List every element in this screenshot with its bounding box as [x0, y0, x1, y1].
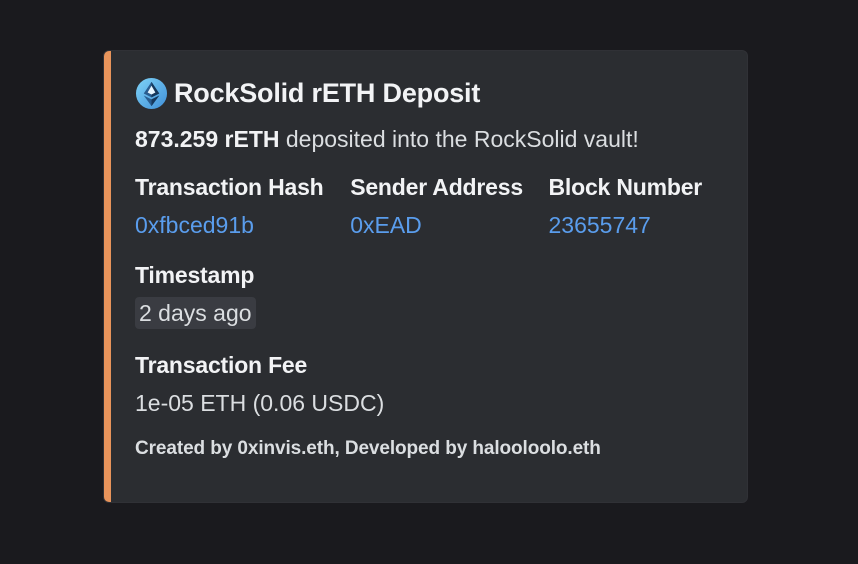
embed-title: RockSolid rETH Deposit: [174, 77, 481, 108]
timestamp-pill[interactable]: 2 days ago: [135, 297, 256, 329]
field-block-number: Block Number 23655747: [549, 173, 728, 239]
field-name: Sender Address: [350, 174, 523, 200]
block-number-link[interactable]: 23655747: [549, 211, 728, 239]
deposit-embed-card: RockSolid rETH Deposit 873.259 rETH depo…: [103, 50, 748, 503]
deposit-amount: 873.259 rETH: [135, 126, 280, 152]
embed-fields-row: Transaction Hash 0xfbced91b Sender Addre…: [135, 173, 727, 239]
sender-address-link[interactable]: 0xEAD: [350, 211, 548, 239]
description-text: deposited into the RockSolid vault!: [279, 126, 639, 152]
ethereum-diamond-icon: [135, 77, 168, 109]
embed-footer: Created by 0xinvis.eth, Developed by hal…: [135, 438, 601, 459]
transaction-hash-link[interactable]: 0xfbced91b: [135, 211, 350, 239]
field-name: Block Number: [548, 174, 703, 200]
field-timestamp: Timestamp 2 days ago: [135, 261, 727, 329]
field-name: Transaction Hash: [135, 174, 324, 200]
field-transaction-fee: Transaction Fee 1e-05 ETH (0.06 USDC): [135, 351, 727, 417]
embed-accent-bar: [104, 51, 111, 502]
field-sender-address: Sender Address 0xEAD: [350, 173, 548, 239]
field-transaction-hash: Transaction Hash 0xfbced91b: [135, 173, 350, 239]
field-name: Timestamp: [135, 262, 255, 288]
transaction-fee-value: 1e-05 ETH (0.06 USDC): [135, 390, 385, 416]
field-name: Transaction Fee: [135, 352, 308, 378]
embed-content: RockSolid rETH Deposit 873.259 rETH depo…: [135, 77, 727, 461]
embed-description: 873.259 rETH deposited into the RockSoli…: [135, 125, 727, 153]
embed-title-row: RockSolid rETH Deposit: [135, 77, 727, 109]
